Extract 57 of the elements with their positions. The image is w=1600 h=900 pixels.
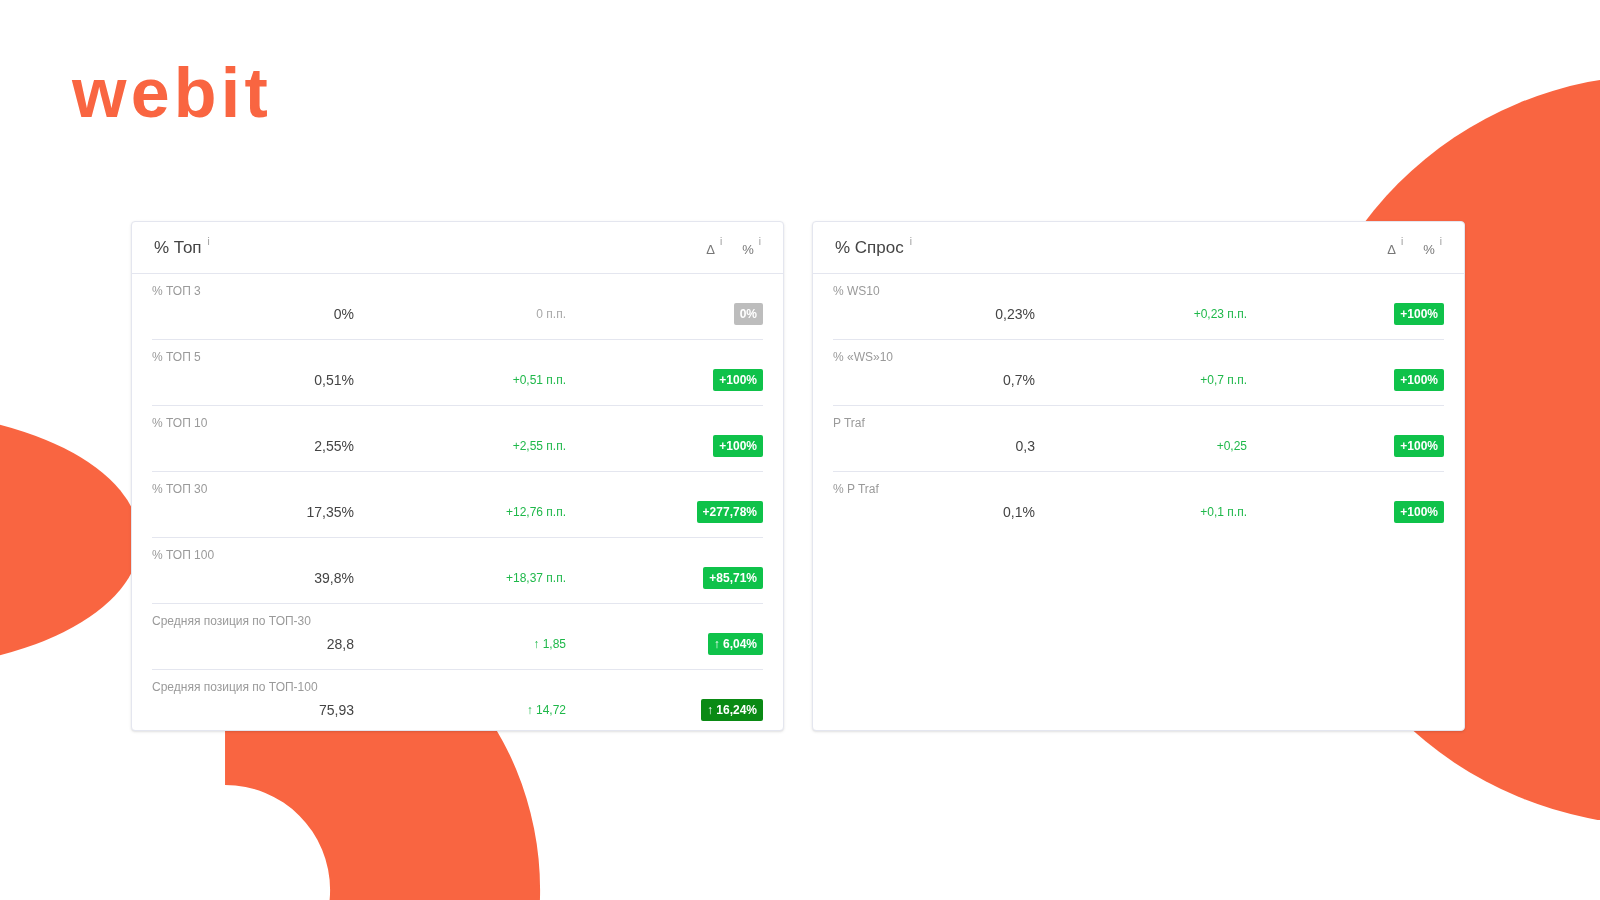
- metric-value: 0,23%: [995, 304, 1035, 324]
- column-header: Δ: [706, 240, 715, 259]
- info-mark[interactable]: i: [758, 234, 761, 249]
- change-badge: +100%: [1394, 369, 1444, 391]
- logo: webit: [72, 58, 272, 128]
- delta-value: +0,7 п.п.: [1200, 372, 1247, 389]
- delta-value: +18,37 п.п.: [505, 570, 566, 587]
- delta-value: +2,55 п.п.: [512, 438, 566, 455]
- metric-label: % P Traf: [833, 482, 879, 496]
- metric-value: 39,8%: [314, 568, 354, 588]
- metric-value: 0,7%: [1003, 370, 1035, 390]
- delta-value: +0,23 п.п.: [1193, 306, 1247, 323]
- info-mark[interactable]: i: [1400, 234, 1404, 249]
- info-mark[interactable]: i: [1439, 234, 1442, 249]
- info-mark[interactable]: i: [909, 234, 912, 249]
- metric-label: % ТОП 10: [152, 416, 208, 430]
- info-mark[interactable]: i: [207, 234, 210, 249]
- info-mark[interactable]: i: [719, 234, 723, 249]
- panel-title: % Спрос: [835, 236, 904, 259]
- delta-value: ↑ 14,72: [526, 702, 566, 719]
- delta-value: ↑ 1,85: [533, 636, 566, 653]
- metric-label: % ТОП 30: [152, 482, 208, 496]
- column-header: Δ: [1387, 240, 1396, 259]
- metric-label: Средняя позиция по ТОП-100: [152, 680, 318, 694]
- delta-value: 0 п.п.: [536, 306, 566, 323]
- delta-value: +0,25: [1216, 438, 1247, 455]
- change-badge: +100%: [1394, 501, 1444, 523]
- change-badge: +100%: [1394, 303, 1444, 325]
- delta-value: +12,76 п.п.: [505, 504, 566, 521]
- delta-value: +0,51 п.п.: [512, 372, 566, 389]
- metric-label: % «WS»10: [833, 350, 894, 364]
- metric-label: % ТОП 5: [152, 350, 201, 364]
- metric-value: 17,35%: [306, 502, 354, 522]
- column-header: %: [742, 240, 754, 259]
- panel-title: % Топ: [154, 236, 202, 259]
- change-badge: +100%: [1394, 435, 1444, 457]
- change-badge: +100%: [713, 369, 763, 391]
- change-badge: 0%: [733, 303, 763, 325]
- metric-label: % WS10: [833, 284, 880, 298]
- metric-value: 28,8: [326, 634, 354, 654]
- change-badge: +100%: [713, 435, 763, 457]
- change-badge: +85,71%: [703, 567, 763, 589]
- metric-value: 0%: [333, 304, 354, 324]
- delta-value: +0,1 п.п.: [1200, 504, 1247, 521]
- metric-value: 0,1%: [1003, 502, 1035, 522]
- metric-value: 2,55%: [314, 436, 354, 456]
- change-badge: +277,78%: [696, 501, 763, 523]
- metric-label: Средняя позиция по ТОП-30: [152, 614, 311, 628]
- column-header: %: [1423, 240, 1435, 259]
- metric-value: 75,93: [318, 700, 354, 720]
- change-badge: ↑ 6,04%: [707, 633, 763, 655]
- metric-value: 0,51%: [314, 370, 354, 390]
- change-badge: ↑ 16,24%: [700, 699, 763, 721]
- metric-label: % ТОП 3: [152, 284, 201, 298]
- metric-label: % ТОП 100: [152, 548, 215, 562]
- metric-label: P Traf: [833, 416, 865, 430]
- metric-value: 0,3: [1015, 436, 1035, 456]
